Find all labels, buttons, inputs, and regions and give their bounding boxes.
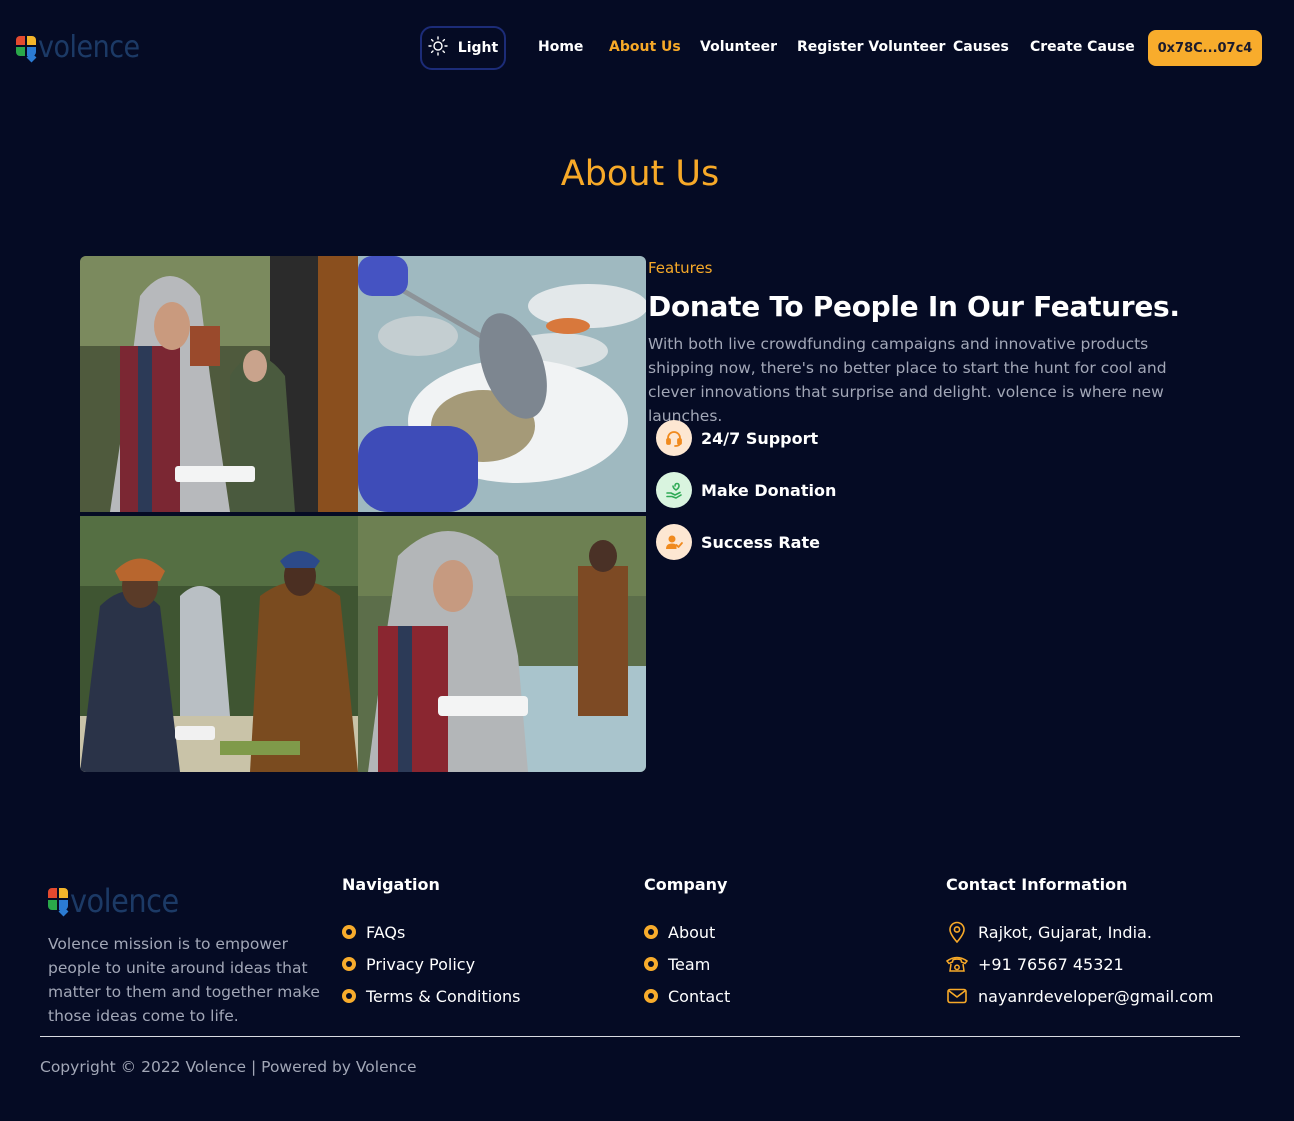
site-header: volence Light Home About Us Volunteer Re…	[0, 0, 1294, 96]
nav-register-volunteer[interactable]: Register Volunteer	[797, 39, 945, 55]
footer-company-list: About Team Contact	[644, 916, 730, 1012]
brand-logo[interactable]: volence	[16, 30, 140, 66]
nav-volunteer[interactable]: Volunteer	[700, 39, 777, 55]
theme-toggle-button[interactable]: Light	[420, 26, 506, 70]
features-description: With both live crowdfunding campaigns an…	[648, 335, 1167, 425]
contact-email[interactable]: nayanrdeveloper@gmail.com	[946, 980, 1213, 1012]
footer-brand-logo[interactable]: volence	[48, 882, 179, 920]
about-image-gallery	[80, 256, 646, 772]
logo-mark-icon	[16, 34, 37, 63]
feature-label: Make Donation	[701, 480, 837, 500]
theme-toggle-label: Light	[457, 40, 499, 56]
feature-label: Success Rate	[701, 532, 820, 552]
bullet-icon	[342, 989, 356, 1003]
footer-company-title: Company	[644, 875, 728, 894]
wallet-address-button[interactable]: 0x78C...07c4	[1148, 30, 1262, 66]
user-check-icon	[656, 524, 692, 560]
footer-link-privacy-policy[interactable]: Privacy Policy	[342, 948, 520, 980]
footer-link-faqs[interactable]: FAQs	[342, 916, 520, 948]
feature-support: 24/7 Support	[656, 420, 818, 456]
volunteers-serving-photo	[80, 256, 358, 512]
headset-icon	[656, 420, 692, 456]
sun-icon	[428, 36, 448, 60]
link-label: FAQs	[366, 922, 406, 942]
feature-donation: Make Donation	[656, 472, 836, 508]
food-ladle-photo	[358, 256, 646, 512]
link-label: About	[668, 922, 716, 942]
logo-text: volence	[38, 30, 140, 65]
bullet-icon	[342, 957, 356, 971]
food-line-photo	[80, 516, 358, 772]
copyright-text: Copyright © 2022 Volence | Powered by Vo…	[40, 1058, 417, 1076]
footer-mission-text: Volence mission is to empower people to …	[48, 935, 320, 1025]
mail-icon	[946, 985, 968, 1007]
bullet-icon	[644, 989, 658, 1003]
logo-mark-icon	[48, 885, 69, 917]
contact-address-text: Rajkot, Gujarat, India.	[978, 922, 1152, 942]
contact-email-text: nayanrdeveloper@gmail.com	[978, 986, 1214, 1006]
nav-create-cause[interactable]: Create Cause	[1030, 39, 1135, 55]
logo-text: volence	[70, 882, 179, 920]
feature-label: 24/7 Support	[701, 428, 819, 448]
footer-contact-list: Rajkot, Gujarat, India. +91 76567 45321 …	[946, 916, 1213, 1012]
footer-navigation-list: FAQs Privacy Policy Terms & Conditions	[342, 916, 520, 1012]
footer-link-contact[interactable]: Contact	[644, 980, 730, 1012]
footer-divider	[40, 1036, 1240, 1037]
page-title: About Us	[560, 154, 720, 194]
bullet-icon	[342, 925, 356, 939]
footer-contact-title: Contact Information	[946, 875, 1128, 894]
nav-home[interactable]: Home	[538, 39, 583, 55]
bullet-icon	[644, 957, 658, 971]
footer-link-about[interactable]: About	[644, 916, 730, 948]
link-label: Terms & Conditions	[366, 986, 521, 1006]
features-heading: Donate To People In Our Features.	[648, 290, 1180, 323]
footer-link-team[interactable]: Team	[644, 948, 730, 980]
contact-address: Rajkot, Gujarat, India.	[946, 916, 1213, 948]
footer-navigation-title: Navigation	[342, 875, 440, 894]
features-kicker: Features	[648, 259, 713, 277]
footer-link-terms[interactable]: Terms & Conditions	[342, 980, 520, 1012]
nav-about-us[interactable]: About Us	[609, 39, 681, 55]
man-eating-photo	[358, 516, 646, 772]
phone-icon	[946, 953, 968, 975]
donation-hand-icon	[656, 472, 692, 508]
bullet-icon	[644, 925, 658, 939]
contact-phone-text: +91 76567 45321	[978, 954, 1124, 974]
feature-success-rate: Success Rate	[656, 524, 820, 560]
map-pin-icon	[946, 921, 968, 943]
contact-phone: +91 76567 45321	[946, 948, 1213, 980]
nav-causes[interactable]: Causes	[953, 39, 1009, 55]
link-label: Privacy Policy	[366, 954, 476, 974]
link-label: Contact	[668, 986, 731, 1006]
link-label: Team	[668, 954, 711, 974]
